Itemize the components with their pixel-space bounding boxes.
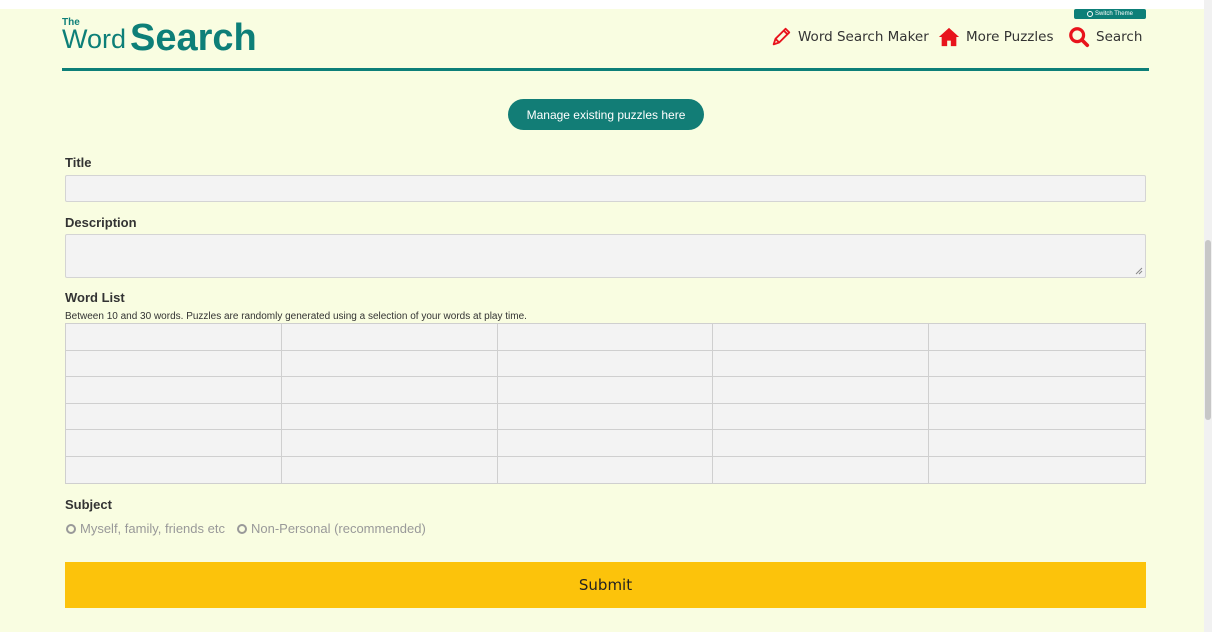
word-input[interactable] xyxy=(713,430,930,457)
title-input[interactable] xyxy=(65,175,1146,202)
word-input[interactable] xyxy=(713,456,930,483)
word-input[interactable] xyxy=(281,403,498,430)
word-input[interactable] xyxy=(66,350,282,377)
subject-radio-group: Myself, family, friends etc Non-Personal… xyxy=(66,521,438,536)
word-input[interactable] xyxy=(929,403,1145,430)
nav-search[interactable]: Search xyxy=(1068,26,1142,48)
nav-search-label: Search xyxy=(1096,29,1143,45)
subject-nonpersonal-radio[interactable]: Non-Personal (recommended) xyxy=(236,521,426,536)
word-input[interactable] xyxy=(713,324,930,351)
word-input[interactable] xyxy=(713,377,930,404)
word-input[interactable] xyxy=(497,350,714,377)
word-input[interactable] xyxy=(281,350,498,377)
nav-word-search-maker[interactable]: Word Search Maker xyxy=(770,26,929,48)
description-label: Description xyxy=(65,215,137,230)
word-input[interactable] xyxy=(713,350,930,377)
home-icon xyxy=(938,27,960,47)
word-input[interactable] xyxy=(281,430,498,457)
logo-word-text: Word xyxy=(62,24,127,54)
word-list-help: Between 10 and 30 words. Puzzles are ran… xyxy=(65,311,527,322)
word-input[interactable] xyxy=(281,377,498,404)
word-input[interactable] xyxy=(281,324,498,351)
word-input[interactable] xyxy=(66,430,282,457)
eye-icon xyxy=(1087,11,1094,17)
logo-search: Search xyxy=(130,17,257,59)
nav-maker-label: Word Search Maker xyxy=(798,29,929,45)
nav-more-label: More Puzzles xyxy=(966,29,1054,45)
subject-nonpersonal-label: Non-Personal (recommended) xyxy=(250,521,426,536)
word-input[interactable] xyxy=(497,324,714,351)
word-list-label: Word List xyxy=(65,290,125,305)
word-list-grid xyxy=(65,323,1146,484)
resize-grip-icon[interactable] xyxy=(1135,267,1143,275)
switch-theme-label: Switch Theme xyxy=(1095,11,1133,17)
word-input[interactable] xyxy=(713,403,930,430)
subject-label: Subject xyxy=(65,497,112,512)
page: The Word Search Switch Theme Word Search… xyxy=(0,0,1212,632)
word-input[interactable] xyxy=(497,403,714,430)
radio-circle-icon xyxy=(236,523,247,534)
word-input[interactable] xyxy=(66,377,282,404)
title-label: Title xyxy=(65,155,92,170)
word-input[interactable] xyxy=(66,403,282,430)
switch-theme-button[interactable]: Switch Theme xyxy=(1074,9,1146,19)
top-strip xyxy=(0,0,1212,9)
subject-personal-radio[interactable]: Myself, family, friends etc xyxy=(66,521,225,536)
word-input[interactable] xyxy=(929,377,1145,404)
scrollbar-thumb[interactable] xyxy=(1205,240,1211,420)
word-input[interactable] xyxy=(281,456,498,483)
word-input[interactable] xyxy=(497,430,714,457)
word-input[interactable] xyxy=(497,377,714,404)
search-icon xyxy=(1069,27,1090,48)
word-input[interactable] xyxy=(929,430,1145,457)
subject-personal-label: Myself, family, friends etc xyxy=(80,521,225,536)
word-input[interactable] xyxy=(66,324,282,351)
submit-button[interactable]: Submit xyxy=(65,562,1146,608)
description-textarea[interactable] xyxy=(65,234,1146,278)
word-input[interactable] xyxy=(66,456,282,483)
pencil-icon xyxy=(772,27,791,46)
word-input[interactable] xyxy=(929,456,1145,483)
nav-more-puzzles[interactable]: More Puzzles xyxy=(938,26,1053,48)
radio-circle-icon xyxy=(66,523,76,534)
header-divider xyxy=(62,68,1149,71)
word-input[interactable] xyxy=(929,350,1145,377)
manage-puzzles-button[interactable]: Manage existing puzzles here xyxy=(508,99,704,130)
logo-word: Word xyxy=(62,24,126,54)
word-input[interactable] xyxy=(497,456,714,483)
word-input[interactable] xyxy=(929,324,1145,351)
